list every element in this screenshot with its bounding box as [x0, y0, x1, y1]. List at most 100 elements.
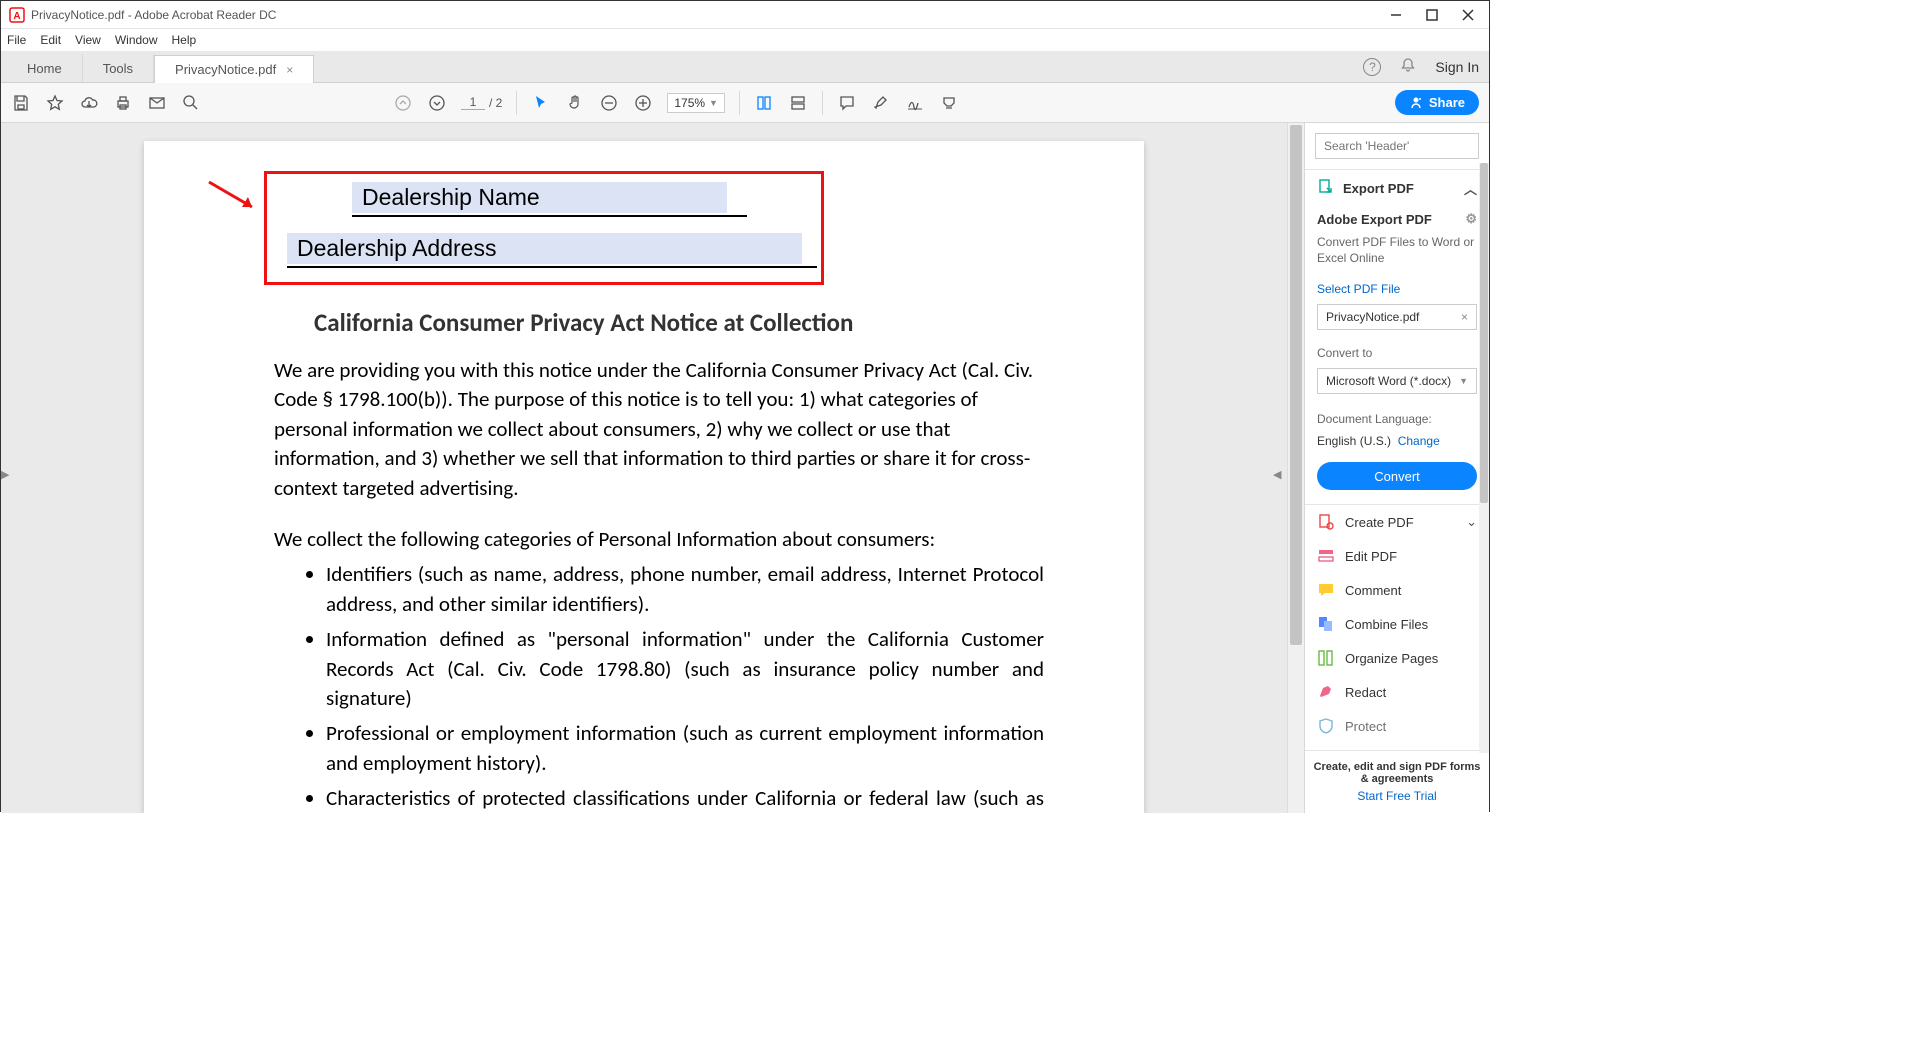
- chevron-down-icon: ⌄: [1466, 514, 1477, 530]
- right-panel-footer: Create, edit and sign PDF forms & agreem…: [1305, 750, 1489, 813]
- cloud-icon[interactable]: [79, 93, 99, 113]
- email-icon[interactable]: [147, 93, 167, 113]
- document-paragraph: We are providing you with this notice un…: [274, 356, 1044, 503]
- tab-tools[interactable]: Tools: [83, 54, 154, 82]
- chevron-down-icon: ▼: [1459, 376, 1468, 386]
- doc-language-label: Document Language:: [1305, 408, 1489, 430]
- save-icon[interactable]: [11, 93, 31, 113]
- close-button[interactable]: [1461, 8, 1475, 22]
- highlight-icon[interactable]: [871, 93, 891, 113]
- tool-combine-files[interactable]: Combine Files: [1305, 607, 1489, 641]
- export-pdf-header[interactable]: Export PDF ︿: [1305, 169, 1489, 207]
- tool-comment[interactable]: Comment: [1305, 573, 1489, 607]
- export-title: Adobe Export PDF ⚙: [1305, 207, 1489, 231]
- pane-collapse-left-icon[interactable]: ▶: [1, 468, 11, 486]
- zoom-level[interactable]: 175% ▼: [667, 93, 725, 113]
- document-list: Identifiers (such as name, address, phon…: [274, 560, 1044, 813]
- close-tab-icon[interactable]: ×: [286, 63, 293, 77]
- tools-search-input[interactable]: [1315, 133, 1479, 159]
- maximize-button[interactable]: [1425, 8, 1439, 22]
- menu-edit[interactable]: Edit: [40, 33, 61, 47]
- sign-in-link[interactable]: Sign In: [1435, 59, 1479, 75]
- separator: [516, 91, 517, 115]
- list-item: Information defined as "personal informa…: [326, 625, 1044, 713]
- print-icon[interactable]: [113, 93, 133, 113]
- scrollbar-vertical[interactable]: [1287, 123, 1304, 813]
- menu-window[interactable]: Window: [115, 33, 158, 47]
- svg-text:A: A: [13, 11, 20, 22]
- fit-height-icon[interactable]: [788, 93, 808, 113]
- tool-create-pdf[interactable]: Create PDF ⌄: [1305, 505, 1489, 539]
- stamp-icon[interactable]: [939, 93, 959, 113]
- separator: [822, 91, 823, 115]
- annotation-box: Dealership Name Dealership Address: [264, 171, 824, 285]
- settings-gear-icon[interactable]: ⚙: [1465, 211, 1477, 227]
- hand-icon[interactable]: [565, 93, 585, 113]
- form-field-dealer-name[interactable]: Dealership Name: [352, 182, 727, 213]
- menu-file[interactable]: File: [7, 33, 26, 47]
- protect-icon: [1317, 717, 1335, 735]
- document-viewport[interactable]: ▶ Dealership Name Dealership Address Cal…: [1, 123, 1287, 813]
- comment-icon[interactable]: [837, 93, 857, 113]
- export-pdf-icon: [1317, 178, 1335, 199]
- page-up-icon[interactable]: [393, 93, 413, 113]
- tabbar: Home Tools PrivacyNotice.pdf × ? Sign In: [1, 51, 1489, 83]
- menubar: File Edit View Window Help: [1, 29, 1489, 51]
- tab-home[interactable]: Home: [7, 54, 83, 82]
- combine-files-icon: [1317, 615, 1335, 633]
- app-icon: A: [9, 7, 25, 23]
- help-icon[interactable]: ?: [1363, 58, 1381, 76]
- change-language-link[interactable]: Change: [1398, 434, 1440, 448]
- selected-file-field[interactable]: PrivacyNotice.pdf ×: [1317, 304, 1477, 330]
- tools-search[interactable]: [1315, 133, 1479, 159]
- start-free-trial-link[interactable]: Start Free Trial: [1357, 789, 1436, 803]
- comment-tool-icon: [1317, 581, 1335, 599]
- select-arrow-icon[interactable]: [531, 93, 551, 113]
- notification-icon[interactable]: [1399, 57, 1417, 78]
- right-panel: Export PDF ︿ Adobe Export PDF ⚙ Convert …: [1304, 123, 1489, 813]
- right-panel-scrollbar[interactable]: [1479, 163, 1489, 753]
- window-title: PrivacyNotice.pdf - Adobe Acrobat Reader…: [31, 8, 1389, 22]
- tool-protect[interactable]: Protect: [1305, 709, 1489, 743]
- pane-collapse-right-icon[interactable]: ◀: [1273, 468, 1283, 486]
- toolbar: 1 / 2 175% ▼ Share: [1, 83, 1489, 123]
- window-titlebar: A PrivacyNotice.pdf - Adobe Acrobat Read…: [1, 1, 1489, 29]
- doc-language-row: English (U.S.) Change: [1305, 430, 1489, 452]
- sign-icon[interactable]: [905, 93, 925, 113]
- tool-organize-pages[interactable]: Organize Pages: [1305, 641, 1489, 675]
- form-field-dealer-address[interactable]: Dealership Address: [287, 233, 802, 264]
- search-icon[interactable]: [181, 93, 201, 113]
- menu-view[interactable]: View: [75, 33, 101, 47]
- convert-button[interactable]: Convert: [1317, 462, 1477, 490]
- edit-pdf-icon: [1317, 547, 1335, 565]
- redact-icon: [1317, 683, 1335, 701]
- star-icon[interactable]: [45, 93, 65, 113]
- list-item: Identifiers (such as name, address, phon…: [326, 560, 1044, 619]
- document-paragraph: We collect the following categories of P…: [274, 525, 1044, 554]
- tool-redact[interactable]: Redact: [1305, 675, 1489, 709]
- page-down-icon[interactable]: [427, 93, 447, 113]
- chevron-up-icon: ︿: [1464, 179, 1477, 198]
- convert-to-select[interactable]: Microsoft Word (*.docx) ▼: [1317, 368, 1477, 394]
- list-item: Professional or employment information (…: [326, 719, 1044, 778]
- pdf-page: Dealership Name Dealership Address Calif…: [144, 141, 1144, 813]
- share-button[interactable]: Share: [1395, 90, 1479, 115]
- convert-to-label: Convert to: [1305, 342, 1489, 364]
- export-description: Convert PDF Files to Word or Excel Onlin…: [1305, 231, 1489, 270]
- tool-edit-pdf[interactable]: Edit PDF: [1305, 539, 1489, 573]
- separator: [739, 91, 740, 115]
- create-pdf-icon: [1317, 513, 1335, 531]
- page-number[interactable]: 1 / 2: [461, 95, 502, 110]
- tab-document[interactable]: PrivacyNotice.pdf ×: [154, 55, 314, 83]
- zoom-out-icon[interactable]: [599, 93, 619, 113]
- fit-width-icon[interactable]: [754, 93, 774, 113]
- annotation-arrow-icon: [204, 177, 264, 217]
- organize-pages-icon: [1317, 649, 1335, 667]
- menu-help[interactable]: Help: [172, 33, 197, 47]
- list-item: Characteristics of protected classificat…: [326, 784, 1044, 813]
- minimize-button[interactable]: [1389, 8, 1403, 22]
- zoom-in-icon[interactable]: [633, 93, 653, 113]
- document-heading: California Consumer Privacy Act Notice a…: [314, 307, 1114, 338]
- clear-file-icon[interactable]: ×: [1461, 310, 1468, 324]
- select-pdf-file-link[interactable]: Select PDF File: [1317, 282, 1400, 296]
